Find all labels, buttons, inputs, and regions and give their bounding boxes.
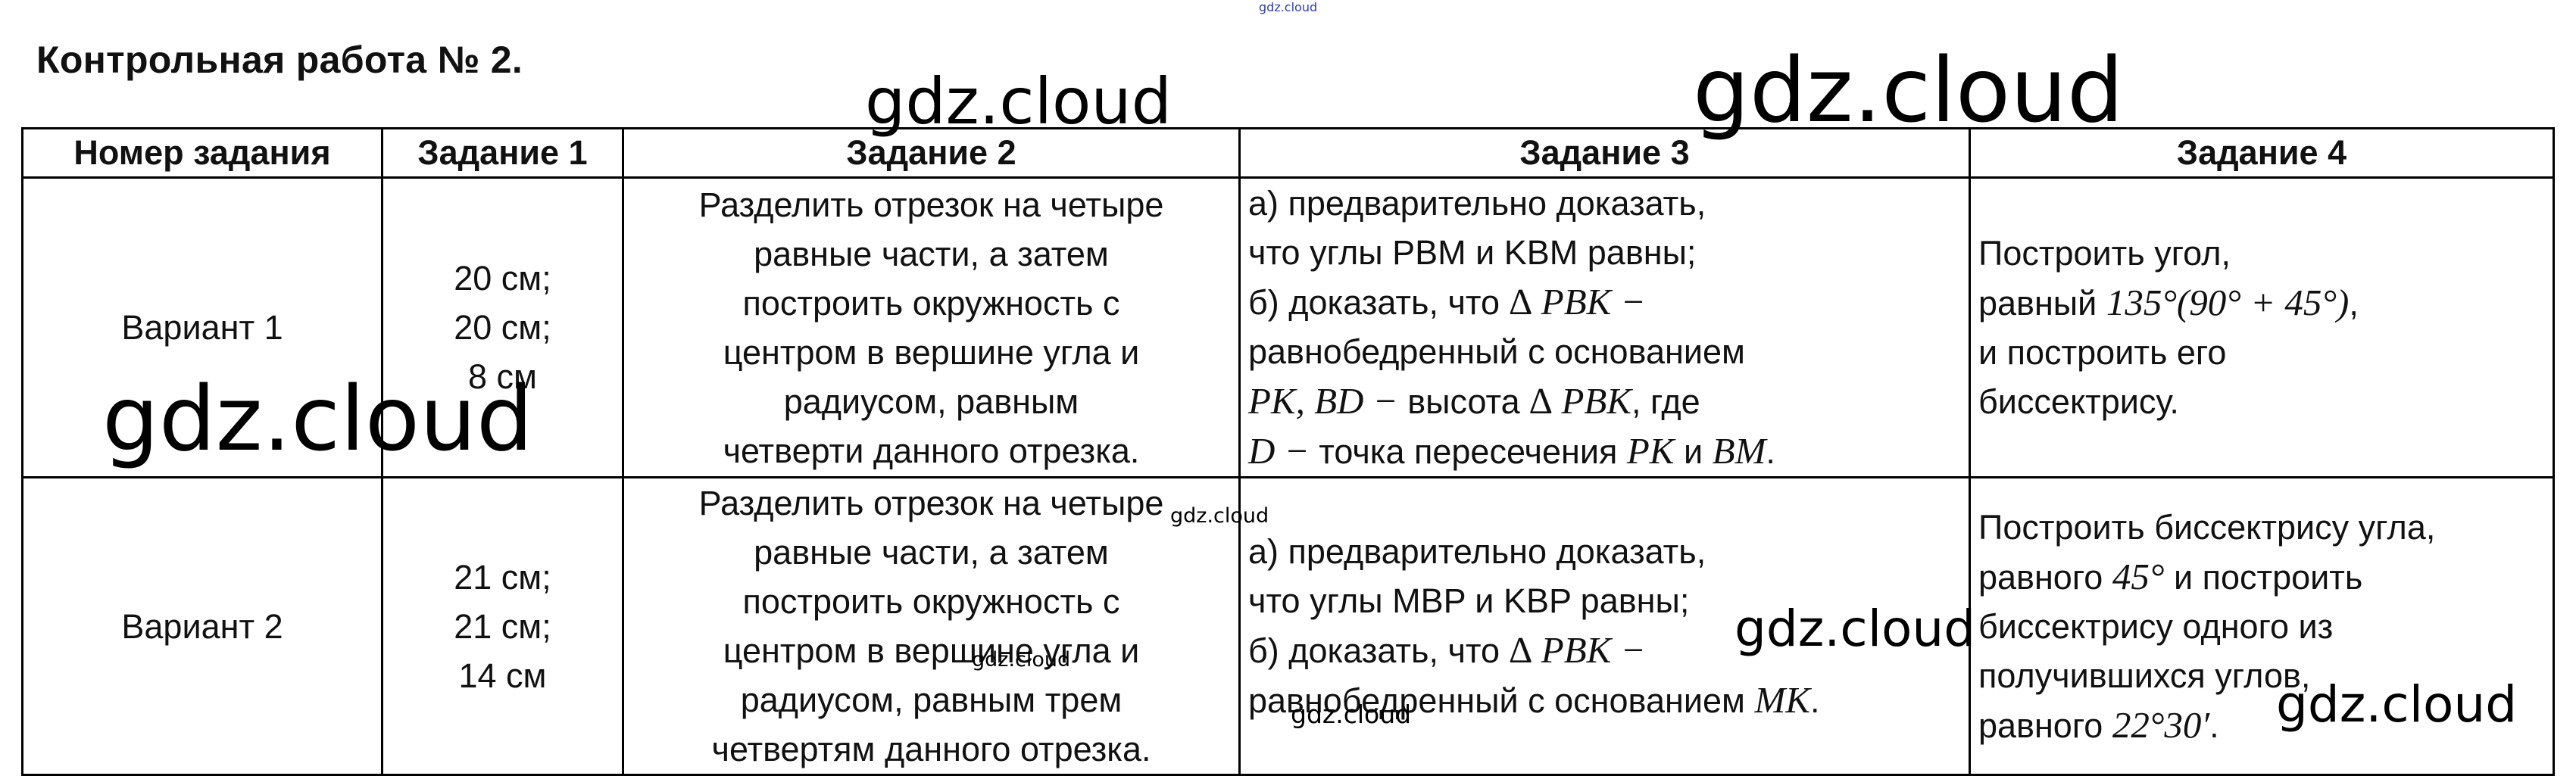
watermark: gdz.cloud (972, 648, 1071, 672)
task-text: . (1766, 432, 1775, 471)
task-text: . (1809, 681, 1820, 720)
task-line: радиусом, равным (783, 382, 1079, 421)
watermark: gdz.cloud (865, 64, 1172, 139)
math-expression: MK (1754, 679, 1810, 721)
task-line: 20 см; (454, 259, 551, 298)
math-expression: 22°30′ (2112, 703, 2210, 746)
task-line: PK, BD − высота ∆ PBK, где (1248, 376, 1961, 426)
watermark: gdz.cloud (1170, 504, 1269, 528)
task-line: центром в вершине угла и (723, 631, 1140, 670)
task-line: 21 см; (454, 606, 551, 646)
variant-1-task-3: а) предварительно доказать, что углы PBM… (1238, 176, 1971, 478)
math-expression: ∆ PBK (1529, 380, 1631, 422)
task-text: и построить (2173, 557, 2363, 597)
math-expression: 135°(90° + 45°) (2106, 282, 2350, 323)
task-line: что углы PBM и KBM равны; (1248, 233, 1697, 272)
variant-2-label: Вариант 2 (21, 476, 383, 776)
math-expression: D − (1248, 430, 1310, 472)
task-text: б) доказать, что (1248, 283, 1500, 322)
task-line: 14 см (458, 656, 547, 695)
task-line: равный 135°(90° + 45°), (1978, 278, 2545, 328)
task-text: высота (1407, 382, 1520, 421)
task-line: б) доказать, что ∆ PBK − (1248, 277, 1961, 327)
task-line: четвертям данного отрезка. (711, 730, 1151, 768)
watermark: gdz.cloud (1693, 38, 2124, 142)
math-expression: BM (1712, 430, 1766, 472)
watermark-tiny: gdz.cloud (1259, 0, 1318, 14)
task-line: D − точка пересечения PK и BM. (1248, 426, 1961, 475)
table-header-row: Номер задания Задание 1 Задание 2 Задани… (21, 127, 2555, 179)
task-text: равного (1978, 557, 2103, 597)
task-text: равный (1978, 284, 2097, 323)
task-line: равного 45° и построить (1978, 552, 2545, 602)
variant-2-task-2: Разделить отрезок на четыре равные части… (622, 476, 1241, 776)
task-line: Разделить отрезок на четыре (698, 484, 1164, 522)
variant-1-task-2: Разделить отрезок на четыре равные части… (622, 176, 1241, 478)
page-title: Контрольная работа № 2. (36, 39, 523, 81)
task-text: точка пересечения (1319, 432, 1618, 471)
task-line: равные части, а затем (754, 234, 1109, 273)
task-text: . (2209, 706, 2219, 745)
watermark: gdz.cloud (1291, 700, 1412, 729)
task-line: Разделить отрезок на четыре (698, 185, 1164, 224)
task-line: равнобедренный с основанием (1248, 332, 1745, 371)
math-expression: PK, BD − (1248, 380, 1398, 422)
task-line: построить окружность с (742, 582, 1120, 621)
watermark: gdz.cloud (1735, 600, 1976, 658)
task-text: равного (1978, 706, 2103, 745)
task-line: биссектрису одного из (1978, 606, 2334, 646)
task-text: , где (1631, 382, 1700, 421)
watermark: gdz.cloud (2276, 675, 2518, 734)
task-text: , (2349, 284, 2359, 323)
task-text: б) доказать, что (1248, 631, 1500, 670)
header-task-1: Задание 1 (381, 127, 624, 179)
task-line: 20 см; (454, 308, 551, 347)
header-task-number: Номер задания (21, 127, 383, 179)
table-row: Вариант 2 21 см; 21 см; 14 см Разделить … (21, 476, 2555, 776)
math-expression: 45° (2112, 555, 2165, 597)
math-expression: PK (1626, 430, 1675, 472)
math-expression: ∆ PBK − (1509, 281, 1646, 323)
task-line: построить окружность с (742, 283, 1120, 323)
task-line: 21 см; (454, 557, 551, 597)
math-expression: ∆ PBK − (1509, 629, 1646, 671)
variant-1-task-4: Построить угол, равный 135°(90° + 45°), … (1969, 176, 2555, 478)
task-line: радиусом, равным трем (740, 681, 1123, 719)
task-line: и построить его (1978, 333, 2227, 372)
task-line: центром в вершине угла и (723, 332, 1140, 372)
task-line: четверти данного отрезка. (723, 431, 1140, 470)
task-line: биссектрису. (1978, 382, 2179, 421)
task-line: а) предварительно доказать, (1248, 532, 1706, 571)
task-line: равные части, а затем (754, 533, 1109, 572)
variant-2-task-1: 21 см; 21 см; 14 см (381, 476, 624, 776)
watermark: gdz.cloud (102, 366, 533, 471)
task-line: Построить биссектрису угла, (1978, 507, 2436, 547)
task-line: Построить угол, (1978, 234, 2231, 273)
task-text: и (1683, 432, 1703, 471)
task-line: а) предварительно доказать, (1248, 184, 1706, 223)
